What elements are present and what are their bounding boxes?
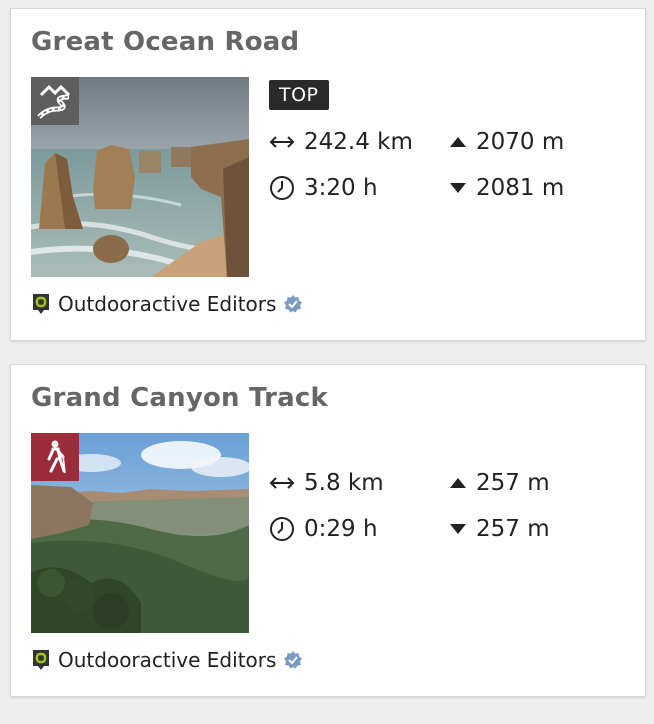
duration-stat: 0:29 h	[269, 516, 378, 542]
ascent-stat: 2070 m	[449, 129, 564, 155]
verified-badge-icon	[284, 651, 303, 669]
tour-title[interactable]: Grand Canyon Track	[31, 383, 328, 413]
distance-arrows-icon	[269, 475, 295, 491]
descent-stat: 257 m	[449, 516, 550, 542]
ascent-triangle-icon	[449, 477, 467, 489]
hiking-icon	[47, 440, 66, 474]
distance-arrows-icon	[269, 134, 295, 150]
outdooractive-logo-icon	[31, 648, 51, 672]
tour-card[interactable]: Great Ocean Road TOP 242.4 km 3:20 h 207…	[10, 8, 646, 341]
descent-triangle-icon	[449, 182, 467, 194]
tour-thumbnail[interactable]	[31, 77, 249, 277]
coastal-road-icon	[37, 84, 71, 119]
ascent-stat: 257 m	[449, 470, 550, 496]
duration-value: 3:20 h	[304, 175, 378, 201]
outdooractive-logo-icon	[31, 292, 51, 316]
duration-stat: 3:20 h	[269, 175, 378, 201]
author-line[interactable]: Outdooractive Editors	[31, 648, 303, 672]
distance-stat: 242.4 km	[269, 129, 413, 155]
clock-icon	[269, 516, 295, 542]
descent-value: 257 m	[476, 516, 550, 542]
duration-value: 0:29 h	[304, 516, 378, 542]
tour-title[interactable]: Great Ocean Road	[31, 27, 299, 57]
ascent-triangle-icon	[449, 136, 467, 148]
ascent-value: 257 m	[476, 470, 550, 496]
distance-stat: 5.8 km	[269, 470, 384, 496]
tour-card[interactable]: Grand Canyon Track 5.8 km 0:29 h 257 m 2…	[10, 364, 646, 697]
distance-value: 242.4 km	[304, 129, 413, 155]
top-badge: TOP	[269, 80, 329, 110]
descent-value: 2081 m	[476, 175, 565, 201]
descent-triangle-icon	[449, 523, 467, 535]
author-name[interactable]: Outdooractive Editors	[58, 292, 276, 316]
category-badge	[31, 433, 79, 481]
distance-value: 5.8 km	[304, 470, 384, 496]
clock-icon	[269, 175, 295, 201]
author-name[interactable]: Outdooractive Editors	[58, 648, 276, 672]
descent-stat: 2081 m	[449, 175, 564, 201]
category-badge	[31, 77, 79, 125]
author-line[interactable]: Outdooractive Editors	[31, 292, 303, 316]
ascent-value: 2070 m	[476, 129, 565, 155]
verified-badge-icon	[284, 295, 303, 313]
tour-thumbnail[interactable]	[31, 433, 249, 633]
